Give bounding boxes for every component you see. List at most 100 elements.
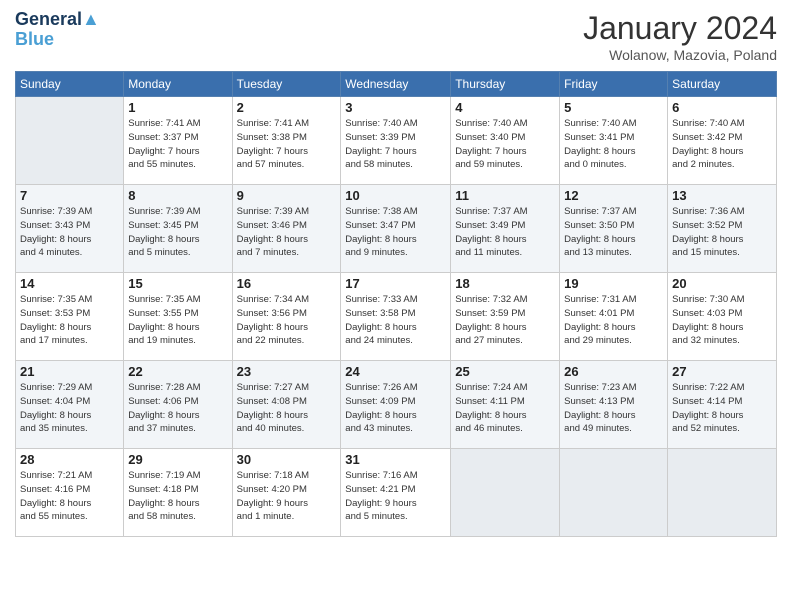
day-number: 20: [672, 276, 772, 291]
day-info: Sunrise: 7:31 AMSunset: 4:01 PMDaylight:…: [564, 293, 663, 348]
day-info: Sunrise: 7:36 AMSunset: 3:52 PMDaylight:…: [672, 205, 772, 260]
logo-blue: Blue: [15, 30, 100, 48]
calendar-cell: 27 Sunrise: 7:22 AMSunset: 4:14 PMDayligh…: [668, 361, 777, 449]
day-number: 14: [20, 276, 119, 291]
day-number: 4: [455, 100, 555, 115]
day-info: Sunrise: 7:23 AMSunset: 4:13 PMDaylight:…: [564, 381, 663, 436]
calendar-cell: 13 Sunrise: 7:36 AMSunset: 3:52 PMDayligh…: [668, 185, 777, 273]
day-number: 19: [564, 276, 663, 291]
day-number: 17: [345, 276, 446, 291]
day-info: Sunrise: 7:34 AMSunset: 3:56 PMDaylight:…: [237, 293, 337, 348]
day-info: Sunrise: 7:19 AMSunset: 4:18 PMDaylight:…: [128, 469, 227, 524]
calendar-cell: [16, 97, 124, 185]
day-info: Sunrise: 7:22 AMSunset: 4:14 PMDaylight:…: [672, 381, 772, 436]
day-info: Sunrise: 7:37 AMSunset: 3:50 PMDaylight:…: [564, 205, 663, 260]
day-number: 9: [237, 188, 337, 203]
day-number: 29: [128, 452, 227, 467]
calendar-cell: [668, 449, 777, 537]
calendar-cell: 16Sunrise: 7:34 AMSunset: 3:56 PMDayligh…: [232, 273, 341, 361]
day-header-friday: Friday: [560, 72, 668, 97]
calendar-cell: 7 Sunrise: 7:39 AMSunset: 3:43 PMDaylight…: [16, 185, 124, 273]
day-number: 30: [237, 452, 337, 467]
day-header-sunday: Sunday: [16, 72, 124, 97]
day-info: Sunrise: 7:39 AMSunset: 3:43 PMDaylight:…: [20, 205, 119, 260]
day-info: Sunrise: 7:29 AMSunset: 4:04 PMDaylight:…: [20, 381, 119, 436]
day-number: 26: [564, 364, 663, 379]
day-number: 24: [345, 364, 446, 379]
calendar-cell: 1 Sunrise: 7:41 AMSunset: 3:37 PMDaylight…: [124, 97, 232, 185]
day-number: 7: [20, 188, 119, 203]
day-info: Sunrise: 7:40 AMSunset: 3:41 PMDaylight:…: [564, 117, 663, 172]
day-info: Sunrise: 7:16 AMSunset: 4:21 PMDaylight:…: [345, 469, 446, 524]
calendar-cell: 31 Sunrise: 7:16 AMSunset: 4:21 PMDayligh…: [341, 449, 451, 537]
day-number: 8: [128, 188, 227, 203]
location: Wolanow, Mazovia, Poland: [583, 47, 777, 63]
calendar-cell: 29 Sunrise: 7:19 AMSunset: 4:18 PMDayligh…: [124, 449, 232, 537]
day-info: Sunrise: 7:35 AMSunset: 3:53 PMDaylight:…: [20, 293, 119, 348]
day-header-thursday: Thursday: [451, 72, 560, 97]
calendar-cell: 23 Sunrise: 7:27 AMSunset: 4:08 PMDayligh…: [232, 361, 341, 449]
month-title: January 2024: [583, 10, 777, 47]
day-header-saturday: Saturday: [668, 72, 777, 97]
calendar-cell: 15Sunrise: 7:35 AMSunset: 3:55 PMDayligh…: [124, 273, 232, 361]
calendar-cell: 30 Sunrise: 7:18 AMSunset: 4:20 PMDayligh…: [232, 449, 341, 537]
calendar-cell: 4 Sunrise: 7:40 AMSunset: 3:40 PMDaylight…: [451, 97, 560, 185]
calendar-cell: 2 Sunrise: 7:41 AMSunset: 3:38 PMDaylight…: [232, 97, 341, 185]
day-number: 3: [345, 100, 446, 115]
day-info: Sunrise: 7:39 AMSunset: 3:46 PMDaylight:…: [237, 205, 337, 260]
day-number: 18: [455, 276, 555, 291]
day-number: 22: [128, 364, 227, 379]
day-number: 5: [564, 100, 663, 115]
day-info: Sunrise: 7:37 AMSunset: 3:49 PMDaylight:…: [455, 205, 555, 260]
day-number: 15: [128, 276, 227, 291]
calendar-cell: 24Sunrise: 7:26 AMSunset: 4:09 PMDayligh…: [341, 361, 451, 449]
day-number: 10: [345, 188, 446, 203]
day-info: Sunrise: 7:38 AMSunset: 3:47 PMDaylight:…: [345, 205, 446, 260]
logo-text: General▲: [15, 10, 100, 30]
calendar-cell: 14 Sunrise: 7:35 AMSunset: 3:53 PMDayligh…: [16, 273, 124, 361]
calendar-cell: 28Sunrise: 7:21 AMSunset: 4:16 PMDayligh…: [16, 449, 124, 537]
day-info: Sunrise: 7:21 AMSunset: 4:16 PMDaylight:…: [20, 469, 119, 524]
calendar-cell: 25Sunrise: 7:24 AMSunset: 4:11 PMDayligh…: [451, 361, 560, 449]
calendar-cell: 10 Sunrise: 7:38 AMSunset: 3:47 PMDayligh…: [341, 185, 451, 273]
calendar-cell: [451, 449, 560, 537]
calendar-cell: 3 Sunrise: 7:40 AMSunset: 3:39 PMDaylight…: [341, 97, 451, 185]
calendar-cell: 11 Sunrise: 7:37 AMSunset: 3:49 PMDayligh…: [451, 185, 560, 273]
day-number: 2: [237, 100, 337, 115]
calendar-cell: 19 Sunrise: 7:31 AMSunset: 4:01 PMDayligh…: [560, 273, 668, 361]
day-info: Sunrise: 7:32 AMSunset: 3:59 PMDaylight:…: [455, 293, 555, 348]
day-info: Sunrise: 7:18 AMSunset: 4:20 PMDaylight:…: [237, 469, 337, 524]
calendar-cell: 22Sunrise: 7:28 AMSunset: 4:06 PMDayligh…: [124, 361, 232, 449]
day-info: Sunrise: 7:30 AMSunset: 4:03 PMDaylight:…: [672, 293, 772, 348]
calendar-cell: 21 Sunrise: 7:29 AMSunset: 4:04 PMDayligh…: [16, 361, 124, 449]
calendar: SundayMondayTuesdayWednesdayThursdayFrid…: [15, 71, 777, 537]
day-info: Sunrise: 7:40 AMSunset: 3:39 PMDaylight:…: [345, 117, 446, 172]
calendar-cell: 5 Sunrise: 7:40 AMSunset: 3:41 PMDaylight…: [560, 97, 668, 185]
day-info: Sunrise: 7:40 AMSunset: 3:40 PMDaylight:…: [455, 117, 555, 172]
logo: General▲ Blue: [15, 10, 100, 48]
day-number: 11: [455, 188, 555, 203]
day-header-wednesday: Wednesday: [341, 72, 451, 97]
calendar-header: SundayMondayTuesdayWednesdayThursdayFrid…: [16, 72, 777, 97]
day-number: 31: [345, 452, 446, 467]
calendar-cell: 17 Sunrise: 7:33 AMSunset: 3:58 PMDayligh…: [341, 273, 451, 361]
day-number: 12: [564, 188, 663, 203]
day-info: Sunrise: 7:33 AMSunset: 3:58 PMDaylight:…: [345, 293, 446, 348]
calendar-cell: 26 Sunrise: 7:23 AMSunset: 4:13 PMDayligh…: [560, 361, 668, 449]
calendar-cell: 6Sunrise: 7:40 AMSunset: 3:42 PMDaylight…: [668, 97, 777, 185]
day-number: 23: [237, 364, 337, 379]
day-number: 13: [672, 188, 772, 203]
day-number: 1: [128, 100, 227, 115]
calendar-cell: 9 Sunrise: 7:39 AMSunset: 3:46 PMDaylight…: [232, 185, 341, 273]
day-info: Sunrise: 7:41 AMSunset: 3:37 PMDaylight:…: [128, 117, 227, 172]
calendar-cell: 18 Sunrise: 7:32 AMSunset: 3:59 PMDayligh…: [451, 273, 560, 361]
day-number: 27: [672, 364, 772, 379]
calendar-cell: 20 Sunrise: 7:30 AMSunset: 4:03 PMDayligh…: [668, 273, 777, 361]
day-number: 21: [20, 364, 119, 379]
calendar-cell: 8Sunrise: 7:39 AMSunset: 3:45 PMDaylight…: [124, 185, 232, 273]
day-number: 6: [672, 100, 772, 115]
header: General▲ Blue January 2024 Wolanow, Mazo…: [15, 10, 777, 63]
day-info: Sunrise: 7:27 AMSunset: 4:08 PMDaylight:…: [237, 381, 337, 436]
day-info: Sunrise: 7:41 AMSunset: 3:38 PMDaylight:…: [237, 117, 337, 172]
calendar-cell: 12 Sunrise: 7:37 AMSunset: 3:50 PMDayligh…: [560, 185, 668, 273]
